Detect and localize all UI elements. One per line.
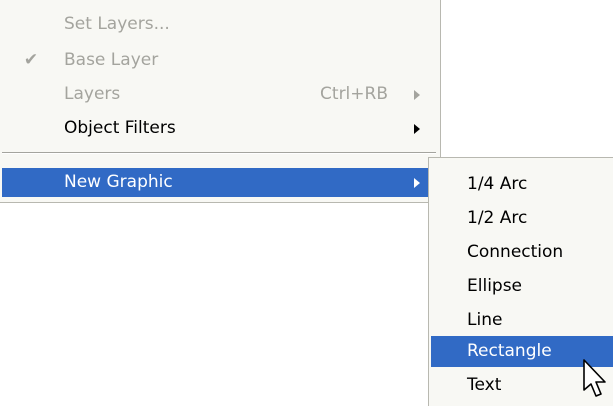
menu-separator — [2, 152, 436, 154]
menu-item-label: Object Filters — [64, 118, 176, 138]
menu-item-label: New Graphic — [64, 172, 173, 192]
submenu-item-connection[interactable]: Connection — [431, 236, 613, 269]
menu-item-new-graphic[interactable]: New Graphic — [2, 168, 438, 197]
menu-item-object-filters[interactable]: Object Filters — [2, 114, 438, 143]
menu-item-label: Set Layers... — [64, 14, 170, 34]
arrow-pointer-icon — [583, 359, 606, 397]
submenu-arrow-icon — [414, 178, 420, 188]
submenu-item-quarter-arc[interactable]: 1/4 Arc — [431, 168, 613, 201]
submenu-item-line[interactable]: Line — [431, 304, 613, 337]
menu-item-set-layers[interactable]: Set Layers... — [2, 10, 438, 39]
menu-item-label: Layers — [64, 84, 121, 104]
context-menu: Set Layers... ✔ Base Layer Layers Ctrl+R… — [0, 0, 441, 203]
menu-item-shortcut: Ctrl+RB — [320, 84, 388, 104]
submenu-item-label: Ellipse — [467, 276, 523, 296]
submenu-item-label: Line — [467, 310, 503, 330]
submenu-item-label: Rectangle — [467, 341, 552, 361]
submenu-arrow-icon — [414, 90, 420, 100]
menu-item-layers[interactable]: Layers Ctrl+RB — [2, 80, 438, 109]
checkmark-icon: ✔ — [23, 50, 39, 70]
submenu-item-ellipse[interactable]: Ellipse — [431, 270, 613, 303]
submenu-arrow-icon — [414, 124, 420, 134]
submenu-item-label: 1/4 Arc — [467, 174, 528, 194]
submenu-item-half-arc[interactable]: 1/2 Arc — [431, 202, 613, 235]
submenu-item-label: Text — [467, 375, 502, 395]
menu-item-base-layer[interactable]: ✔ Base Layer — [2, 46, 438, 75]
submenu-item-label: Connection — [467, 242, 564, 262]
menu-item-label: Base Layer — [64, 50, 159, 70]
submenu-item-label: 1/2 Arc — [467, 208, 528, 228]
